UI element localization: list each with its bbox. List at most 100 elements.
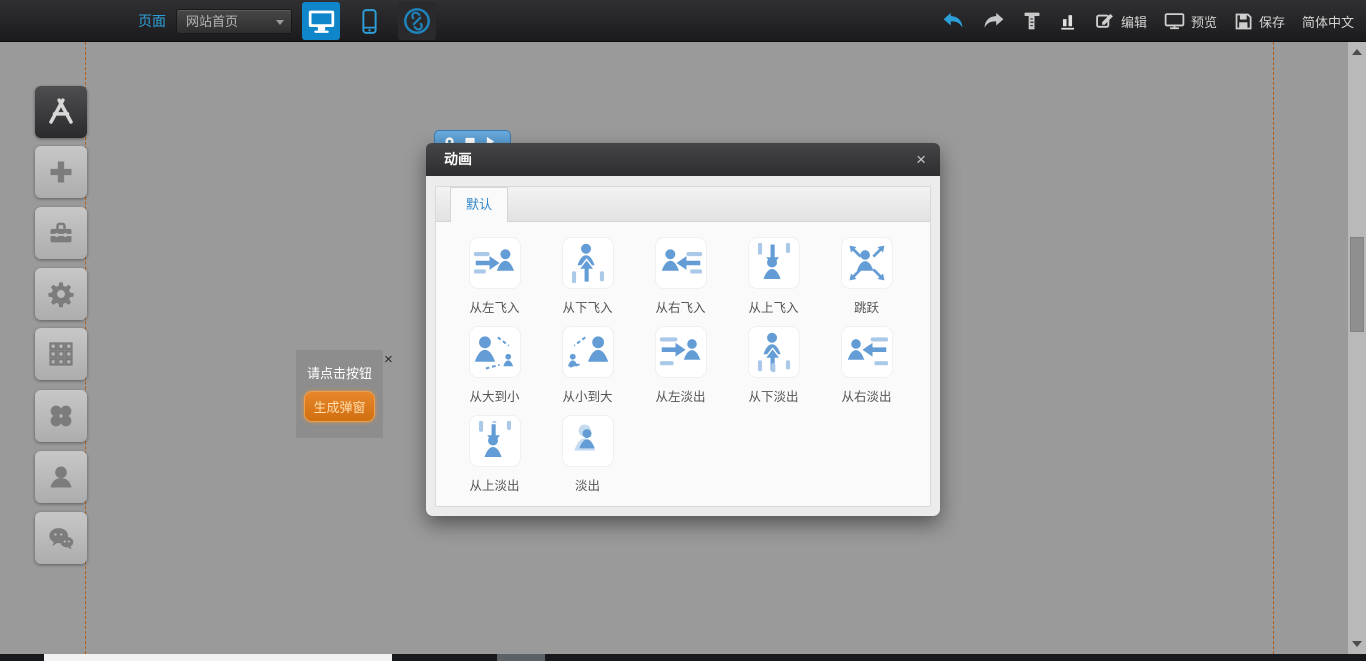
animation-option-fly-in-bottom[interactable]: 从下飞入: [541, 237, 634, 316]
horizontal-scrollbar-segment[interactable]: [497, 654, 545, 661]
bar-chart-icon: [1059, 12, 1078, 31]
animation-option-label: 从上淡出: [448, 475, 541, 494]
animation-grid: 从左飞入从下飞入从右飞入从上飞入跳跃从大到小从小到大从左淡出从下淡出从右淡出从上…: [436, 222, 930, 504]
animation-option-label: 从左淡出: [634, 386, 727, 405]
redo-icon: [982, 12, 1005, 30]
toolbox-icon: [47, 219, 75, 247]
fade-out-top-icon: [469, 415, 521, 467]
big-to-small-icon: [469, 326, 521, 378]
animation-dialog: 动画 × 默认 从左飞入从下飞入从右飞入从上飞入跳跃从大到小从小到大从左淡出从下…: [426, 143, 940, 516]
wechat-icon: [47, 524, 75, 552]
redo-button[interactable]: [982, 12, 1005, 30]
tab-default[interactable]: 默认: [450, 187, 508, 222]
monitor-icon: [305, 7, 338, 36]
animation-option-label: 从上飞入: [727, 297, 820, 316]
fly-in-left-icon: [469, 237, 521, 289]
add-icon: [47, 158, 75, 186]
animation-option-fade-out-top[interactable]: 从上淡出: [448, 415, 541, 494]
app-market-icon: [46, 97, 76, 127]
settings-gear-icon: [47, 280, 75, 308]
popup-trigger-element[interactable]: 请点击按钮 生成弹窗: [296, 350, 383, 438]
animation-option-fade-out-left[interactable]: 从左淡出: [634, 326, 727, 405]
animation-option-fly-in-left[interactable]: 从左飞入: [448, 237, 541, 316]
animation-option-fly-in-right[interactable]: 从右飞入: [634, 237, 727, 316]
dialog-body: 默认 从左飞入从下飞入从右飞入从上飞入跳跃从大到小从小到大从左淡出从下淡出从右淡…: [435, 186, 931, 507]
animation-option-label: 跳跃: [820, 297, 913, 316]
top-toolbar: 页面 网站首页: [0, 0, 1366, 42]
page-select-value: 网站首页: [186, 14, 238, 29]
page-label: 页面: [138, 11, 166, 31]
scroll-up-arrow-icon[interactable]: [1352, 49, 1362, 55]
sidebar-item-widgets[interactable]: [35, 390, 87, 442]
save-icon: [1234, 12, 1253, 31]
dialog-tabstrip: 默认: [436, 187, 930, 222]
horizontal-scrollbar-thumb[interactable]: [44, 654, 392, 661]
animation-option-label: 从左飞入: [448, 297, 541, 316]
vertical-scrollbar-thumb[interactable]: [1350, 237, 1364, 332]
animation-option-jump[interactable]: 跳跃: [820, 237, 913, 316]
preview-button[interactable]: 预览: [1164, 11, 1217, 31]
animation-option-label: 从下淡出: [727, 386, 820, 405]
horizontal-scrollbar[interactable]: [0, 654, 1366, 661]
small-to-big-icon: [562, 326, 614, 378]
generate-popup-button[interactable]: 生成弹窗: [304, 391, 374, 422]
animation-option-label: 淡出: [541, 475, 634, 494]
language-label: 简体中文: [1302, 12, 1354, 31]
desktop-view-button[interactable]: [302, 2, 340, 40]
animation-option-label: 从右飞入: [634, 297, 727, 316]
right-guide-line: [1273, 42, 1274, 654]
edit-button[interactable]: 编辑: [1095, 11, 1147, 31]
animation-option-fly-in-top[interactable]: 从上飞入: [727, 237, 820, 316]
animation-option-big-to-small[interactable]: 从大到小: [448, 326, 541, 405]
sidebar-item-toolbox[interactable]: [35, 207, 87, 259]
grid-icon: [47, 340, 75, 368]
dialog-close-icon[interactable]: ×: [916, 150, 926, 170]
fade-out-icon: [562, 415, 614, 467]
page-select[interactable]: 网站首页: [176, 9, 292, 34]
link-icon: [402, 6, 432, 36]
jump-icon: [841, 237, 893, 289]
animation-option-label: 从小到大: [541, 386, 634, 405]
fade-out-bottom-icon: [748, 326, 800, 378]
animation-option-label: 从右淡出: [820, 386, 913, 405]
dialog-titlebar[interactable]: 动画: [426, 143, 940, 176]
sidebar-item-user[interactable]: [35, 451, 87, 503]
popup-trigger-close-icon[interactable]: ×: [384, 353, 393, 367]
animation-option-small-to-big[interactable]: 从小到大: [541, 326, 634, 405]
save-button[interactable]: 保存: [1234, 12, 1285, 31]
fly-in-right-icon: [655, 237, 707, 289]
stats-button[interactable]: [1059, 12, 1078, 31]
sidebar-item-add[interactable]: [35, 146, 87, 198]
ruler-button[interactable]: [1022, 11, 1042, 31]
fly-in-bottom-icon: [562, 237, 614, 289]
animation-option-fade-out-bottom[interactable]: 从下淡出: [727, 326, 820, 405]
sidebar-item-grid[interactable]: [35, 328, 87, 380]
sidebar-item-wechat[interactable]: [35, 512, 87, 564]
save-label: 保存: [1259, 12, 1285, 31]
undo-button[interactable]: [942, 12, 965, 30]
edit-icon: [1095, 11, 1115, 31]
animation-option-fade-out[interactable]: 淡出: [541, 415, 634, 494]
mobile-view-button[interactable]: [350, 2, 388, 40]
scroll-down-arrow-icon[interactable]: [1352, 641, 1362, 647]
widgets-icon: [47, 402, 75, 430]
fly-in-top-icon: [748, 237, 800, 289]
fade-out-right-icon: [841, 326, 893, 378]
phone-icon: [359, 8, 380, 35]
dialog-title: 动画: [444, 151, 472, 167]
sidebar-item-settings[interactable]: [35, 268, 87, 320]
user-icon: [47, 463, 75, 491]
vertical-scrollbar[interactable]: [1348, 42, 1366, 654]
preview-monitor-icon: [1164, 11, 1185, 31]
sidebar-item-app-market[interactable]: [35, 86, 87, 138]
preview-label: 预览: [1191, 12, 1217, 31]
language-button[interactable]: 简体中文: [1302, 12, 1354, 31]
ruler-icon: [1022, 11, 1042, 31]
link-button[interactable]: [398, 2, 436, 40]
animation-option-label: 从大到小: [448, 386, 541, 405]
fade-out-left-icon: [655, 326, 707, 378]
popup-trigger-text: 请点击按钮: [296, 363, 383, 382]
edit-label: 编辑: [1121, 12, 1147, 31]
animation-option-fade-out-right[interactable]: 从右淡出: [820, 326, 913, 405]
chevron-down-icon: [276, 20, 284, 25]
